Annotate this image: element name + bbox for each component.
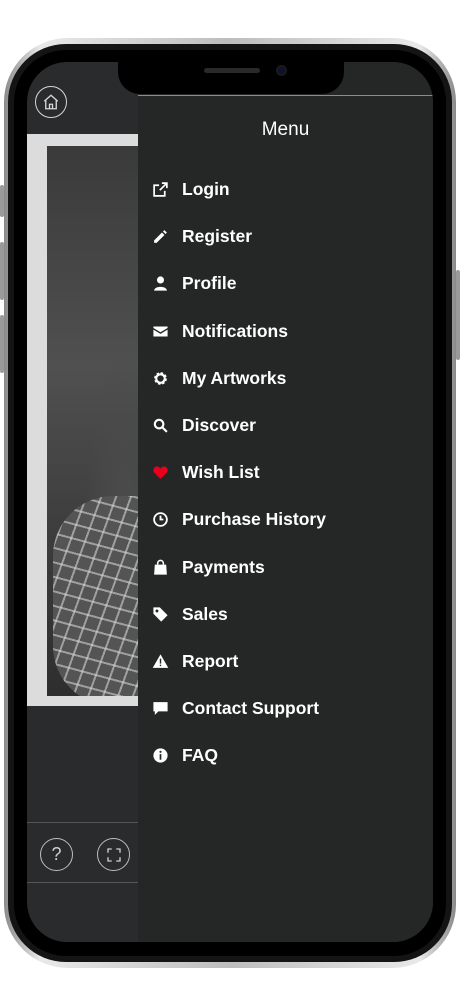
artwork-net-detail [53, 496, 139, 696]
toolbar-top-divider [27, 822, 139, 823]
menu-item-label: Report [182, 650, 239, 671]
menu-item-label: Purchase History [182, 509, 326, 530]
help-icon-glyph: ? [51, 844, 62, 864]
menu-item-label: Wish List [182, 462, 260, 483]
menu-item-label: FAQ [182, 745, 218, 766]
speaker-grille [204, 68, 260, 73]
help-icon[interactable]: ? [40, 838, 73, 871]
side-menu: Menu Login Register Profile Notification… [138, 62, 433, 942]
menu-item-label: Contact Support [182, 698, 320, 719]
menu-item-label: Register [182, 226, 253, 247]
menu-item-notifications[interactable]: Notifications [138, 308, 433, 355]
menu-accent-line [138, 95, 433, 96]
menu-item-login[interactable]: Login [138, 166, 433, 213]
menu-item-label: Payments [182, 556, 265, 577]
pencil-icon [151, 228, 169, 246]
shopping-bag-icon [151, 558, 169, 576]
tag-icon [151, 605, 169, 623]
gear-icon [151, 369, 169, 387]
menu-list: Login Register Profile Notifications My … [138, 166, 433, 779]
menu-item-label: My Artworks [182, 367, 287, 388]
menu-item-contact-support[interactable]: Contact Support [138, 685, 433, 732]
clock-icon [151, 511, 169, 529]
menu-item-payments[interactable]: Payments [138, 544, 433, 591]
menu-item-wish-list[interactable]: Wish List [138, 449, 433, 496]
menu-item-discover[interactable]: Discover [138, 402, 433, 449]
front-camera [276, 65, 287, 76]
home-icon[interactable] [35, 86, 67, 118]
menu-item-profile[interactable]: Profile [138, 260, 433, 307]
login-icon [151, 181, 169, 199]
menu-title: Menu [261, 119, 310, 140]
artwork-image[interactable] [27, 134, 139, 706]
search-icon [151, 417, 169, 435]
toolbar-bottom-divider [27, 882, 139, 883]
menu-item-my-artworks[interactable]: My Artworks [138, 355, 433, 402]
menu-item-sales[interactable]: Sales [138, 591, 433, 638]
menu-item-label: Discover [182, 415, 256, 436]
menu-item-label: Notifications [182, 320, 288, 341]
screen: ? Menu Login Register Profile Notificati… [27, 62, 433, 942]
warning-icon [151, 652, 169, 670]
power-button [456, 270, 460, 360]
menu-item-purchase-history[interactable]: Purchase History [138, 496, 433, 543]
fullscreen-icon[interactable] [97, 838, 130, 871]
info-icon [151, 747, 169, 765]
menu-item-label: Sales [182, 603, 228, 624]
notch [118, 56, 344, 94]
artwork-drawing [47, 146, 139, 696]
heart-icon [151, 464, 169, 482]
menu-item-label: Profile [182, 273, 237, 294]
envelope-icon [151, 322, 169, 340]
menu-item-faq[interactable]: FAQ [138, 732, 433, 779]
menu-item-label: Login [182, 179, 230, 200]
menu-item-report[interactable]: Report [138, 638, 433, 685]
user-icon [151, 275, 169, 293]
menu-item-register[interactable]: Register [138, 213, 433, 260]
chat-icon [151, 700, 169, 718]
